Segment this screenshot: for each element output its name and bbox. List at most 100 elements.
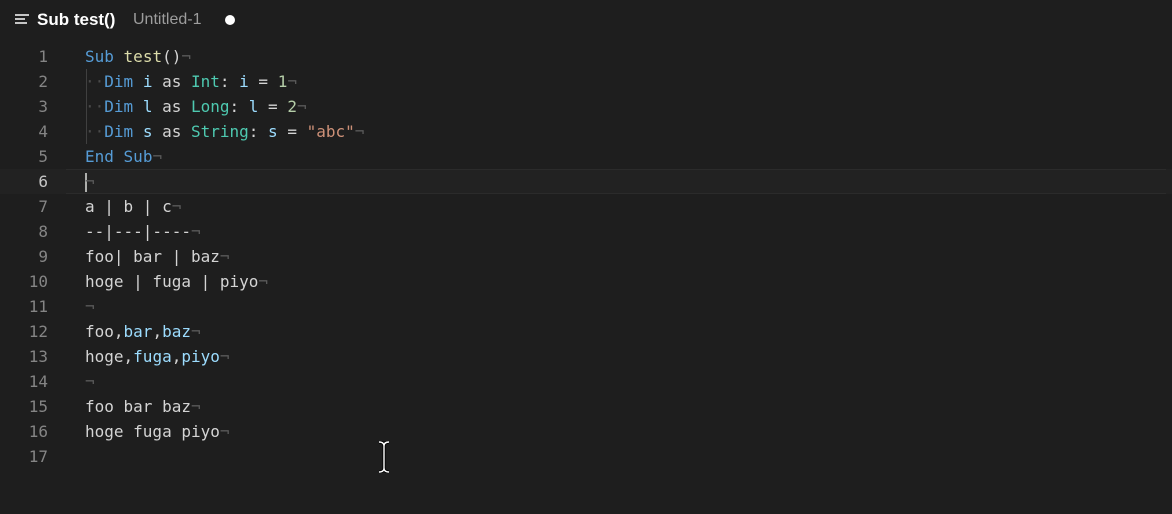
code-line[interactable]: 9 foo| bar | baz¬ [0, 244, 1172, 269]
code-line[interactable]: 12 foo,bar,baz¬ [0, 319, 1172, 344]
code-token: bar [123, 322, 153, 341]
code-token: fuga [133, 347, 172, 366]
code-token: hoge fuga piyo [85, 422, 220, 441]
code-line-text: ··Dim i as Int: i = 1¬ [85, 69, 297, 94]
code-token: = [248, 72, 278, 91]
code-line-text: foo,bar,baz¬ [85, 319, 201, 344]
line-number: 4 [38, 122, 48, 141]
code-token: 1 [277, 72, 288, 91]
code-token: String [190, 122, 249, 141]
code-line-text: --|---|----¬ [85, 219, 201, 244]
code-token: , [171, 347, 182, 366]
code-area[interactable]: 1 Sub test()¬ 2 ··Dim i as Int: i = 1¬ 3 ··Di… [0, 44, 1172, 469]
breadcrumb-symbol[interactable]: Sub test() [37, 10, 115, 30]
code-line[interactable]: 2 ··Dim i as Int: i = 1¬ [0, 69, 1172, 94]
code-token: Dim [104, 72, 134, 91]
line-number: 12 [28, 322, 48, 341]
i-beam-cursor-icon [378, 441, 390, 473]
line-number: 10 [28, 272, 48, 291]
code-token: Dim [104, 122, 134, 141]
line-number: 5 [38, 147, 48, 166]
tab-filename[interactable]: Untitled-1 [133, 11, 201, 29]
code-token: : [229, 97, 249, 116]
code-line[interactable]: 10 hoge | fuga | piyo¬ [0, 269, 1172, 294]
line-number: 14 [28, 372, 48, 391]
code-line[interactable]: 3 ··Dim l as Long: l = 2¬ [0, 94, 1172, 119]
unsaved-dot-icon[interactable] [225, 15, 235, 25]
code-line[interactable]: 13 hoge,fuga,piyo¬ [0, 344, 1172, 369]
code-line-text: ¬ [85, 294, 95, 319]
code-token: = [277, 122, 307, 141]
eol-marker: ¬ [190, 397, 201, 416]
outline-list-icon[interactable] [15, 14, 29, 26]
editor-tab-bar: Sub test() Untitled-1 [0, 0, 1172, 40]
code-token: piyo [181, 347, 220, 366]
eol-marker: ¬ [219, 247, 230, 266]
code-line-text: ¬ [85, 169, 95, 194]
code-line-text: End Sub¬ [85, 144, 162, 169]
code-token: Sub [85, 47, 114, 66]
code-editor: Sub test() Untitled-1 1 Sub test()¬ 2 ··Dim… [0, 0, 1172, 514]
code-token: a | b | c [85, 197, 172, 216]
whitespace-marker: ·· [85, 72, 105, 91]
code-line[interactable]: 14 ¬ [0, 369, 1172, 394]
code-line[interactable]: 8 --|---|----¬ [0, 219, 1172, 244]
code-line-text: hoge fuga piyo¬ [85, 419, 230, 444]
whitespace-marker: ·· [85, 122, 105, 141]
code-token: baz [162, 322, 191, 341]
code-line-text: a | b | c¬ [85, 194, 181, 219]
line-number: 7 [38, 197, 48, 216]
code-token: () [162, 47, 182, 66]
code-line[interactable]: 7 a | b | c¬ [0, 194, 1172, 219]
line-number: 8 [38, 222, 48, 241]
eol-marker: ¬ [219, 422, 230, 441]
line-number: 6 [38, 172, 48, 191]
eol-marker: ¬ [258, 272, 269, 291]
code-token: foo, [85, 322, 124, 341]
eol-marker: ¬ [85, 297, 95, 316]
code-line[interactable]: 5 End Sub¬ [0, 144, 1172, 169]
line-number: 16 [28, 422, 48, 441]
line-number: 13 [28, 347, 48, 366]
code-token: test [123, 47, 163, 66]
code-token: Dim [104, 97, 134, 116]
code-line[interactable]: 16 hoge fuga piyo¬ [0, 419, 1172, 444]
code-token: i [239, 72, 249, 91]
code-line[interactable]: 15 foo bar baz¬ [0, 394, 1172, 419]
eol-marker: ¬ [85, 372, 95, 391]
code-token: l [248, 97, 259, 116]
code-token: : [248, 122, 269, 141]
code-token: s [142, 122, 153, 141]
code-token: hoge, [85, 347, 134, 366]
code-token: Int [190, 72, 220, 91]
line-number: 1 [38, 47, 48, 66]
eol-marker: ¬ [190, 222, 201, 241]
code-token: l [142, 97, 153, 116]
whitespace-marker: ·· [85, 97, 105, 116]
line-number: 3 [38, 97, 48, 116]
code-token: s [268, 122, 278, 141]
eol-marker: ¬ [85, 172, 95, 191]
code-token: "abc" [306, 122, 355, 141]
code-token: as [152, 97, 191, 116]
code-line-text: foo| bar | baz¬ [85, 244, 230, 269]
code-line[interactable]: 17 [0, 444, 1172, 469]
code-line[interactable]: 6 ¬ [0, 169, 1172, 194]
line-number: 11 [28, 297, 48, 316]
line-number: 9 [38, 247, 48, 266]
code-token: --|---|---- [85, 222, 191, 241]
code-line-text: hoge | fuga | piyo¬ [85, 269, 268, 294]
code-line[interactable]: 1 Sub test()¬ [0, 44, 1172, 69]
code-line[interactable]: 11 ¬ [0, 294, 1172, 319]
code-token: 2 [287, 97, 297, 116]
code-token: Long [190, 97, 230, 116]
eol-marker: ¬ [296, 97, 307, 116]
code-line-text: Sub test()¬ [85, 44, 191, 69]
code-line-text: foo bar baz¬ [85, 394, 201, 419]
code-line[interactable]: 4 ··Dim s as String: s = "abc"¬ [0, 119, 1172, 144]
code-token: foo| bar | baz [85, 247, 220, 266]
code-line-text: ¬ [85, 369, 95, 394]
